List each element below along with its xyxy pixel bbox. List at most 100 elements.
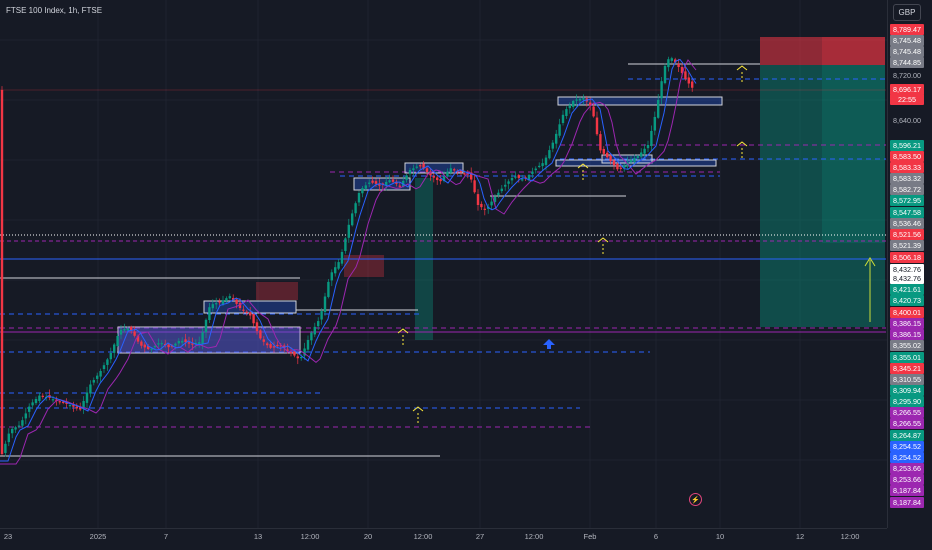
candle-body bbox=[106, 359, 109, 365]
time-label: 6 bbox=[653, 532, 659, 541]
candle-body bbox=[89, 384, 92, 394]
currency-button[interactable]: GBP bbox=[893, 4, 921, 21]
candle-body bbox=[351, 213, 354, 226]
candle-body bbox=[558, 124, 561, 136]
price-label: 8,744.85 bbox=[890, 57, 924, 68]
candle-body bbox=[500, 188, 503, 192]
candle-body bbox=[490, 201, 493, 206]
candle-body bbox=[249, 312, 252, 316]
candle-body bbox=[187, 342, 191, 344]
candle-body bbox=[565, 109, 568, 116]
candle-body bbox=[650, 130, 653, 147]
time-label: 12 bbox=[795, 532, 805, 541]
candle-body bbox=[296, 356, 299, 359]
price-label: 8,254.52 bbox=[890, 452, 924, 463]
moving-average-fast bbox=[0, 58, 697, 462]
candle-body bbox=[602, 148, 605, 154]
candle-body bbox=[368, 182, 371, 184]
price-label: 8,254.52 bbox=[890, 441, 924, 452]
candle-body bbox=[684, 71, 687, 79]
price-label: 8,640.00 bbox=[893, 116, 921, 125]
candle-body bbox=[657, 99, 660, 118]
price-label: 8,720.00 bbox=[893, 71, 921, 80]
price-label: 22:55 bbox=[890, 94, 924, 105]
candle-body bbox=[514, 176, 517, 178]
price-label: 8,432.76 bbox=[890, 273, 924, 284]
candle-body bbox=[306, 340, 310, 350]
flash-icon[interactable]: ⚡ bbox=[689, 493, 702, 506]
candle-body bbox=[364, 185, 367, 189]
candle-body bbox=[636, 156, 639, 159]
candle-body bbox=[497, 192, 500, 196]
candle-body bbox=[310, 332, 313, 341]
price-label: 8,266.55 bbox=[890, 418, 924, 429]
candle-body bbox=[126, 328, 129, 331]
candle-body bbox=[160, 343, 163, 345]
candle-body bbox=[317, 321, 320, 327]
price-label: 8,583.32 bbox=[890, 173, 924, 184]
candle-body bbox=[92, 380, 95, 383]
time-label: 12:00 bbox=[524, 532, 544, 541]
candle-body bbox=[140, 341, 143, 346]
candle-body bbox=[541, 163, 544, 167]
time-label: 23 bbox=[3, 532, 13, 541]
red-zone-left bbox=[344, 255, 384, 277]
candle-body bbox=[218, 301, 221, 303]
candle-body bbox=[198, 342, 201, 344]
candle-body bbox=[174, 343, 177, 346]
candle-body bbox=[262, 339, 265, 342]
candle-body bbox=[534, 168, 537, 171]
candle-body bbox=[388, 180, 391, 183]
candle-body bbox=[480, 203, 483, 208]
candle-body bbox=[51, 399, 55, 401]
price-label: 8,253.66 bbox=[890, 474, 924, 485]
candle-body bbox=[38, 395, 41, 401]
candle-body bbox=[143, 344, 146, 348]
candle-body bbox=[398, 185, 401, 187]
price-label: 8,253.66 bbox=[890, 463, 924, 474]
price-label: 8,386.15 bbox=[890, 318, 924, 329]
candle-body bbox=[323, 296, 327, 313]
candle-body bbox=[21, 420, 24, 426]
candle-body bbox=[327, 281, 330, 297]
candle-body bbox=[276, 344, 279, 347]
candle-body bbox=[592, 106, 595, 117]
candle-body bbox=[463, 173, 466, 175]
price-label: 8,521.39 bbox=[890, 240, 924, 251]
candle-body bbox=[201, 332, 204, 345]
candle-body bbox=[439, 179, 442, 182]
candle-body bbox=[68, 405, 72, 407]
price-label: 8,266.55 bbox=[890, 407, 924, 418]
price-chart-canvas[interactable] bbox=[0, 0, 932, 550]
candle-body bbox=[538, 165, 541, 168]
price-label: 8,583.33 bbox=[890, 162, 924, 173]
candle-body bbox=[340, 252, 344, 264]
candle-body bbox=[255, 322, 259, 332]
candle-body bbox=[181, 340, 184, 343]
candle-body bbox=[245, 311, 248, 313]
price-label: 8,400.01 bbox=[890, 307, 924, 318]
candle-body bbox=[11, 428, 14, 434]
candle-body bbox=[266, 343, 269, 346]
candle-body bbox=[34, 399, 38, 404]
candle-body bbox=[425, 168, 429, 172]
signal-marker-icon bbox=[736, 65, 748, 71]
price-label: 8,386.15 bbox=[890, 329, 924, 340]
candle-body bbox=[85, 392, 89, 403]
price-label: 8,295.90 bbox=[890, 396, 924, 407]
candle-body bbox=[4, 443, 7, 453]
candle-body bbox=[344, 238, 347, 251]
price-label: 8,745.48 bbox=[890, 35, 924, 46]
candle-body bbox=[116, 336, 119, 347]
candle-body bbox=[616, 163, 619, 170]
time-label: Feb bbox=[583, 532, 597, 541]
candle-body bbox=[449, 168, 452, 173]
candle-body bbox=[572, 100, 575, 107]
candle-body bbox=[14, 427, 17, 430]
candle-body bbox=[109, 353, 112, 360]
candle-body bbox=[507, 181, 510, 184]
candle-body bbox=[510, 178, 514, 181]
candle-body bbox=[269, 344, 272, 348]
price-label: 8,421.61 bbox=[890, 284, 924, 295]
candle-body bbox=[640, 152, 643, 157]
